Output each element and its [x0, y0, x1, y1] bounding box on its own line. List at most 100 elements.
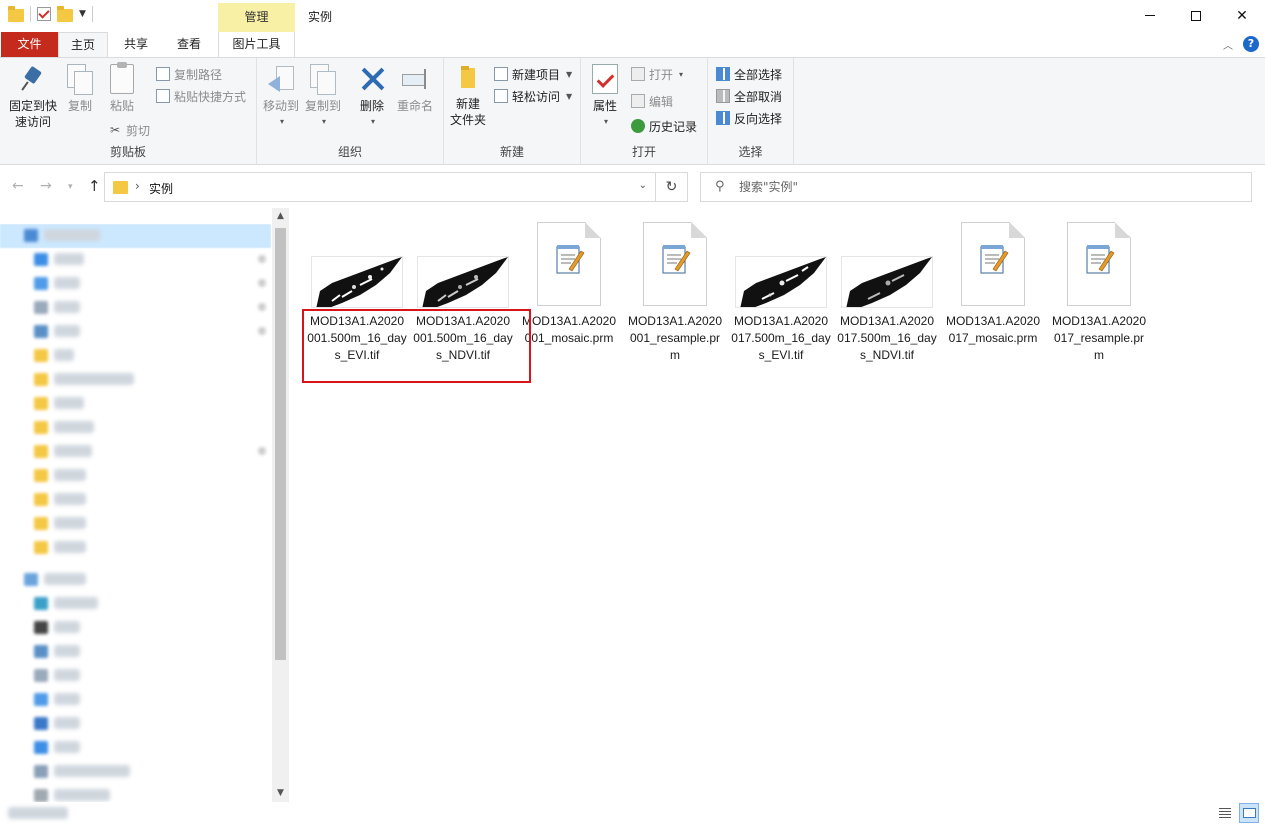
select-all-button[interactable]: 全部选择 [716, 64, 782, 84]
qat-dropdown-icon[interactable]: ▼ [79, 9, 86, 19]
new-folder-button[interactable]: 新建 文件夹 [448, 64, 488, 128]
nav-item[interactable] [0, 248, 271, 272]
nav-item[interactable] [0, 392, 271, 416]
nav-item[interactable] [0, 736, 271, 760]
nav-item[interactable] [0, 488, 271, 512]
paste-button[interactable]: 粘贴 [104, 62, 140, 114]
copy-path-button[interactable]: 复制路径 [156, 64, 222, 84]
forward-arrow-icon[interactable]: → [40, 178, 52, 194]
pin-label-line2: 速访问 [14, 115, 51, 129]
nav-item[interactable] [0, 272, 271, 296]
help-icon[interactable]: ? [1243, 36, 1259, 52]
details-view-icon [1219, 808, 1231, 818]
tab-share[interactable]: 共享 [110, 32, 162, 57]
nav-item[interactable] [0, 536, 271, 560]
nav-item[interactable] [0, 320, 271, 344]
properties-icon [592, 64, 618, 94]
scrollbar-thumb[interactable] [275, 228, 286, 660]
file-item[interactable]: MOD13A1.A2020001.500m_16_days_NDVI.tif [413, 220, 513, 364]
file-item[interactable]: MOD13A1.A2020001_resample.prm [625, 220, 725, 364]
invert-selection-button[interactable]: 反向选择 [716, 108, 782, 128]
paste-shortcut-icon [156, 89, 170, 103]
scroll-up-icon[interactable]: ▲ [272, 208, 289, 225]
recent-locations-icon[interactable]: ▾ [68, 182, 73, 192]
file-item[interactable]: MOD13A1.A2020001_mosaic.prm [519, 220, 619, 347]
pictures-icon [34, 325, 48, 338]
nav-item[interactable] [0, 592, 271, 616]
move-to-dropdown-icon: ▾ [279, 117, 284, 126]
nav-item[interactable] [0, 440, 271, 464]
nav-item[interactable] [0, 344, 271, 368]
collapse-ribbon-icon[interactable]: ︿ [1223, 37, 1233, 52]
scroll-down-icon[interactable]: ▼ [272, 785, 289, 802]
refresh-button[interactable]: ↻ [656, 172, 688, 202]
breadcrumb-current[interactable]: 实例 [149, 180, 173, 197]
minimize-button[interactable] [1127, 0, 1173, 31]
status-item-count [8, 807, 68, 819]
nav-item[interactable] [0, 760, 271, 784]
nav-item-label [54, 445, 92, 457]
details-view-button[interactable] [1215, 803, 1235, 823]
new-folder-label-line1: 新建 [455, 97, 480, 111]
maximize-button[interactable] [1173, 0, 1219, 31]
file-item[interactable]: MOD13A1.A2020017.500m_16_days_EVI.tif [731, 220, 831, 364]
large-icons-view-button[interactable] [1239, 803, 1259, 823]
tab-file[interactable]: 文件 [1, 32, 58, 57]
copy-button[interactable]: 复制 [62, 64, 98, 114]
downloads-icon [34, 693, 48, 706]
open-button[interactable]: 打开 ▾ [631, 64, 683, 84]
nav-pane-scrollbar[interactable]: ▲ ▼ [272, 208, 289, 802]
nav-item[interactable] [0, 464, 271, 488]
nav-item[interactable] [0, 616, 271, 640]
search-input[interactable] [739, 178, 1239, 196]
up-arrow-icon[interactable]: ↑ [88, 177, 101, 195]
tab-home[interactable]: 主页 [58, 32, 108, 57]
nav-item[interactable] [0, 368, 271, 392]
status-bar [0, 802, 1265, 825]
delete-label: 删除 [359, 99, 384, 113]
copy-icon [67, 64, 93, 95]
tab-picture-tools[interactable]: 图片工具 [218, 32, 295, 57]
close-button[interactable]: ✕ [1219, 0, 1265, 31]
rename-button[interactable]: 重命名 [393, 64, 437, 114]
new-item-button[interactable]: 新建项目 ▼ [494, 64, 572, 84]
clipboard-group-label: 剪贴板 [109, 145, 146, 159]
address-bar[interactable]: › 实例 ⌄ [104, 172, 656, 202]
nav-item[interactable] [0, 664, 271, 688]
nav-item[interactable] [0, 296, 271, 320]
breadcrumb-chevron-icon[interactable]: › [135, 179, 140, 193]
properties-button[interactable]: 属性 ▾ [589, 64, 621, 130]
tab-view[interactable]: 查看 [164, 32, 214, 57]
nav-item[interactable] [0, 688, 271, 712]
properties-check-icon[interactable] [37, 7, 51, 21]
edit-button[interactable]: 编辑 [631, 91, 673, 111]
nav-item[interactable] [0, 568, 271, 592]
address-dropdown-icon[interactable]: ⌄ [639, 180, 647, 191]
cut-button[interactable]: ✂ 剪切 [108, 120, 150, 140]
file-item[interactable]: MOD13A1.A2020017_mosaic.prm [943, 220, 1043, 347]
history-button[interactable]: 历史记录 [631, 116, 697, 136]
nav-item[interactable] [0, 712, 271, 736]
maximize-icon [1191, 10, 1201, 21]
file-item[interactable]: MOD13A1.A2020017.500m_16_days_NDVI.tif [837, 220, 937, 364]
pin-quick-access-button[interactable]: 固定到快 速访问 [6, 64, 60, 130]
copy-to-button[interactable]: 复制到 ▾ [303, 64, 343, 130]
edit-icon [631, 94, 645, 108]
back-arrow-icon[interactable]: ← [12, 178, 24, 194]
easy-access-button[interactable]: 轻松访问 ▼ [494, 86, 572, 106]
search-box[interactable]: ⚲ [700, 172, 1252, 202]
file-item[interactable]: MOD13A1.A2020001.500m_16_days_EVI.tif [307, 220, 407, 364]
nav-item[interactable] [0, 512, 271, 536]
delete-button[interactable]: 删除 ▾ [355, 64, 389, 130]
context-tab-header: 管理 [218, 3, 295, 32]
delete-icon [357, 64, 387, 94]
nav-item[interactable] [0, 224, 271, 248]
qat-separator [30, 6, 31, 22]
file-item[interactable]: MOD13A1.A2020017_resample.prm [1049, 220, 1149, 364]
new-folder-icon[interactable] [57, 5, 73, 22]
nav-item[interactable] [0, 640, 271, 664]
move-to-button[interactable]: 移动到 ▾ [261, 64, 301, 130]
paste-shortcut-button[interactable]: 粘贴快捷方式 [156, 86, 246, 106]
nav-item[interactable] [0, 416, 271, 440]
select-none-button[interactable]: 全部取消 [716, 86, 782, 106]
